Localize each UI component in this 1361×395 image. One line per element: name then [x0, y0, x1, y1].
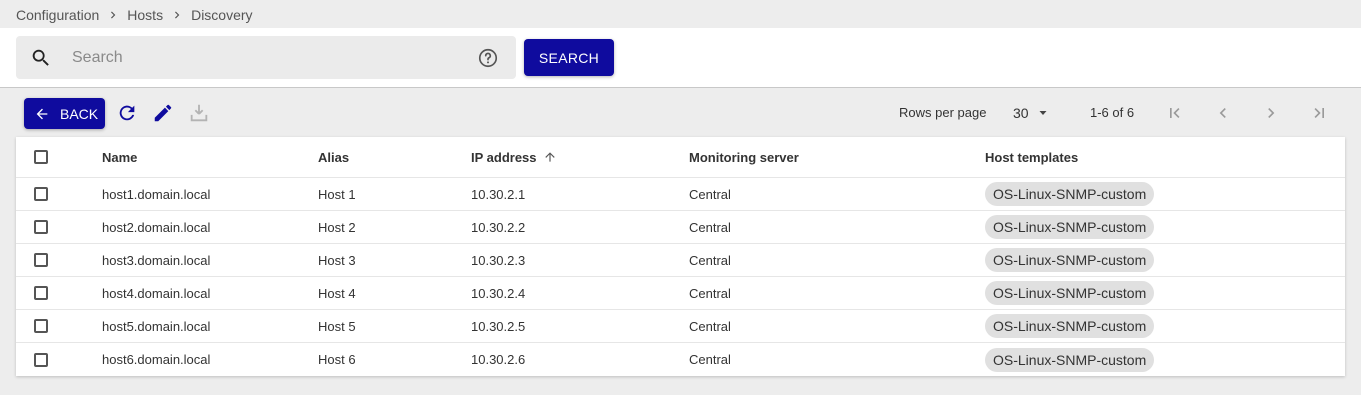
host-template-chip: OS-Linux-SNMP-custom — [985, 314, 1155, 338]
row-checkbox[interactable] — [34, 352, 48, 367]
chevron-right-icon — [163, 6, 191, 24]
refresh-icon[interactable] — [116, 102, 138, 124]
host-name: host5.domain.local — [102, 318, 211, 334]
row-checkbox[interactable] — [34, 319, 48, 333]
search-box — [16, 36, 516, 79]
chevron-right-icon — [99, 6, 127, 24]
table-row[interactable]: host2.domain.local Host 2 10.30.2.2 Cent… — [16, 211, 1345, 244]
breadcrumb-item-hosts[interactable]: Hosts — [127, 7, 163, 23]
host-ip: 10.30.2.6 — [471, 352, 526, 367]
search-bar: SEARCH — [0, 28, 1361, 87]
column-header-monitoring-server[interactable]: Monitoring server — [689, 150, 799, 165]
arrow-up-icon[interactable] — [543, 150, 557, 164]
host-monitoring-server: Central — [689, 219, 731, 235]
row-checkbox[interactable] — [34, 187, 48, 201]
host-alias: Host 2 — [318, 219, 356, 235]
rows-per-page-value: 30 — [1013, 105, 1029, 121]
rows-per-page-label: Rows per page — [899, 105, 987, 120]
host-name: host6.domain.local — [102, 352, 211, 367]
row-checkbox[interactable] — [34, 220, 48, 234]
host-monitoring-server: Central — [689, 186, 731, 202]
host-alias: Host 3 — [318, 252, 356, 268]
help-icon[interactable] — [477, 47, 499, 69]
divider — [0, 87, 1361, 88]
breadcrumb: Configuration Hosts Discovery — [16, 6, 253, 24]
host-alias: Host 4 — [318, 285, 356, 301]
host-ip: 10.30.2.1 — [471, 186, 526, 202]
host-template-chip: OS-Linux-SNMP-custom — [985, 248, 1155, 272]
host-template-chip: OS-Linux-SNMP-custom — [985, 281, 1155, 305]
table-row[interactable]: host1.domain.local Host 1 10.30.2.1 Cent… — [16, 178, 1345, 211]
host-ip: 10.30.2.5 — [471, 318, 526, 334]
table-row[interactable]: host5.domain.local Host 5 10.30.2.5 Cent… — [16, 310, 1345, 343]
column-header-alias[interactable]: Alias — [318, 150, 349, 165]
host-ip: 10.30.2.3 — [471, 252, 526, 268]
hosts-table: Name Alias IP address Monitoring server … — [16, 137, 1345, 376]
back-button[interactable]: BACK — [24, 98, 105, 129]
host-ip: 10.30.2.4 — [471, 285, 526, 301]
breadcrumb-item-configuration[interactable]: Configuration — [16, 7, 99, 23]
host-name: host3.domain.local — [102, 252, 211, 268]
previous-page-icon[interactable] — [1212, 102, 1234, 124]
search-icon — [30, 47, 52, 69]
edit-icon[interactable] — [152, 102, 174, 124]
first-page-icon[interactable] — [1164, 102, 1186, 124]
host-monitoring-server: Central — [689, 252, 731, 268]
rows-per-page-select[interactable]: 30 — [1013, 102, 1055, 124]
row-checkbox[interactable] — [34, 253, 48, 267]
host-template-chip: OS-Linux-SNMP-custom — [985, 215, 1155, 239]
last-page-icon[interactable] — [1308, 102, 1330, 124]
host-template-chip: OS-Linux-SNMP-custom — [985, 182, 1155, 206]
host-name: host1.domain.local — [102, 186, 211, 202]
host-template-chip: OS-Linux-SNMP-custom — [985, 347, 1155, 372]
caret-down-icon — [1039, 111, 1047, 115]
host-alias: Host 6 — [318, 352, 356, 367]
host-monitoring-server: Central — [689, 318, 731, 334]
pagination-range: 1-6 of 6 — [1090, 105, 1135, 120]
column-header-host-templates[interactable]: Host templates — [985, 150, 1078, 165]
back-button-label: BACK — [60, 105, 99, 122]
table-header-row: Name Alias IP address Monitoring server … — [16, 137, 1345, 178]
table-row[interactable]: host3.domain.local Host 3 10.30.2.3 Cent… — [16, 244, 1345, 277]
breadcrumb-item-discovery: Discovery — [191, 7, 253, 23]
host-monitoring-server: Central — [689, 352, 731, 367]
column-header-name[interactable]: Name — [102, 150, 137, 165]
table-row[interactable]: host6.domain.local Host 6 10.30.2.6 Cent… — [16, 343, 1345, 376]
download-icon[interactable] — [188, 102, 210, 124]
search-button[interactable]: SEARCH — [524, 39, 614, 76]
host-ip: 10.30.2.2 — [471, 219, 526, 235]
row-checkbox[interactable] — [34, 286, 48, 300]
host-alias: Host 1 — [318, 186, 356, 202]
search-input[interactable] — [72, 44, 472, 72]
host-name: host2.domain.local — [102, 219, 211, 235]
host-alias: Host 5 — [318, 318, 356, 334]
arrow-back-icon — [36, 108, 48, 119]
host-monitoring-server: Central — [689, 285, 731, 301]
table-row[interactable]: host4.domain.local Host 4 10.30.2.4 Cent… — [16, 277, 1345, 310]
host-name: host4.domain.local — [102, 285, 211, 301]
select-all-checkbox[interactable] — [34, 150, 48, 164]
next-page-icon[interactable] — [1260, 102, 1282, 124]
column-header-ip-address[interactable]: IP address — [471, 150, 537, 165]
